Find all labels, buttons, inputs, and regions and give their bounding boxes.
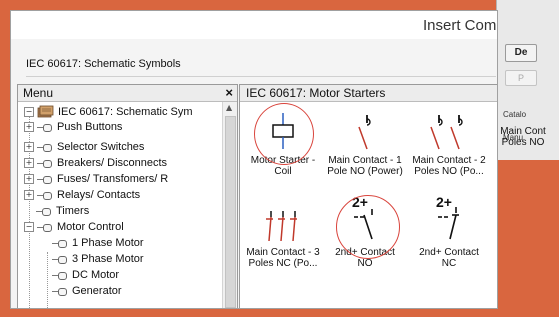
tree-item-generator[interactable]: Generator [52,283,122,299]
tree-item-label: Motor Control [57,221,124,233]
expand-icon[interactable]: + [24,174,34,184]
tree-item-breakers[interactable]: + Breakers/ Disconnects [24,155,167,171]
tree-item-timers[interactable]: Timers [36,203,89,219]
catalog-label: Catalo [503,110,527,119]
symbol-main-contact-1-pole[interactable]: Main Contact - 1 Pole NO (Power) [326,111,404,177]
tree-item-label: Fuses/ Transfomers/ R [57,173,169,185]
tree-item-label: 1 Phase Motor [72,237,144,249]
tree-item-1-phase-motor[interactable]: 1 Phase Motor [52,235,144,251]
symbols-header: IEC 60617: Motor Starters [240,85,497,102]
tree-item-fuses[interactable]: + Fuses/ Transfomers/ R [24,171,168,187]
symbol-node-icon [37,222,53,232]
symbol-2nd-contact-nc[interactable]: 2+ 2nd+ Contact NC [410,193,488,269]
divider [26,76,496,77]
symbol-caption: Poles NC (Po... [248,258,318,269]
symbol-node-icon [37,122,53,132]
tree-item-3-phase-motor[interactable]: 3 Phase Motor [52,251,144,267]
expand-icon[interactable]: + [24,190,34,200]
scrollbar-thumb[interactable] [225,116,236,308]
symbol-node-icon [37,174,53,184]
tree-item-label: Timers [56,205,90,217]
tree-item-selector-switches[interactable]: + Selector Switches [24,139,144,155]
menu-panel: Menu × − IEC 60617: Schematic Sym + Push… [17,84,238,308]
library-label: IEC 60617: Schematic Symbols [26,58,181,70]
symbol-caption: Poles NO [501,137,545,148]
collapse-icon[interactable]: − [24,222,34,232]
symbol-caption: Main Contact - 1 [328,155,402,166]
collapse-icon[interactable]: − [24,107,34,117]
aux-contact-nc-icon: 2+ [436,194,459,240]
tree-item-label: DC Motor [72,269,120,281]
symbol-caption: Main Cont [500,126,546,137]
symbol-caption: Main Contact - 3 [246,247,320,258]
symbol-main-contact-2-poles[interactable]: Main Contact - 2 Poles NO (Po... [410,111,488,177]
symbol-node-icon [37,190,53,200]
dialog-titlebar[interactable]: Insert Comp [11,11,497,39]
symbol-node-icon [52,270,68,280]
tree-item-root[interactable]: − IEC 60617: Schematic Sym [24,104,193,120]
tree-item-push-buttons[interactable]: + Push Buttons [24,119,122,135]
symbol-node-icon [37,158,53,168]
expand-icon[interactable]: + [24,158,34,168]
background-button-d[interactable]: De [505,44,537,62]
window-frame [0,0,559,10]
symbol-node-icon [37,142,53,152]
tree-item-label: 3 Phase Motor [72,253,144,265]
menu-title: Menu [23,86,54,100]
close-icon[interactable]: × [225,85,233,100]
symbol-caption: Poles NO (Po... [414,166,484,177]
symbol-caption: Coil [274,166,292,177]
two-plus-label: 2+ [436,194,452,210]
menu-scrollbar[interactable]: ▲ [222,102,237,308]
symbol-node-icon [52,286,68,296]
symbol-node-icon [52,238,68,248]
symbols-title: IEC 60617: Motor Starters [246,86,386,100]
dialog-title: Insert Comp [423,17,498,34]
tree-item-relays[interactable]: + Relays/ Contacts [24,187,140,203]
highlight-circle [254,103,314,165]
tree-item-dc-motor[interactable]: DC Motor [52,267,119,283]
tree-item-label: Breakers/ Disconnects [57,157,168,169]
symbol-node-icon [52,254,68,264]
expand-icon[interactable]: + [24,122,34,132]
tree-item-label: IEC 60617: Schematic Sym [58,106,193,118]
symbol-node-icon [36,206,52,216]
menu-tree: − IEC 60617: Schematic Sym + Push Button… [18,102,222,308]
scroll-up-icon[interactable]: ▲ [226,103,232,112]
expand-icon[interactable]: + [24,142,34,152]
symbol-caption: NO [357,258,373,269]
tree-item-label: Selector Switches [57,141,145,153]
tree-item-label: Push Buttons [57,121,123,133]
contact-2-poles-icon [430,115,463,150]
symbols-panel: IEC 60617: Motor Starters Motor Starter … [239,84,497,308]
tree-guide-line [47,252,48,308]
tree-item-label: Generator [72,285,122,297]
insert-component-dialog: Insert Comp IEC 60617: Schematic Symbols… [10,10,498,309]
background-button-p[interactable]: P [505,70,537,86]
symbol-caption: Main Contact - 2 [412,155,486,166]
symbol-caption: NC [441,258,457,269]
symbol-main-contact-3-poles-nc[interactable]: Main Contact - 3 Poles NC (Po... [244,203,322,269]
symbol-main-contact-overflow[interactable]: Main Cont Poles NO [487,126,559,148]
highlight-circle [336,195,400,259]
symbol-caption: 2nd+ Contact [419,247,479,258]
symbol-caption: Pole NO (Power) [327,166,403,177]
contact-3-poles-nc-icon [266,211,297,242]
tree-item-label: Relays/ Contacts [57,189,141,201]
tree-item-motor-control[interactable]: − Motor Control [24,219,124,235]
book-icon [37,105,54,118]
contact-1-pole-icon [358,115,371,150]
menu-header: Menu × [18,85,237,102]
